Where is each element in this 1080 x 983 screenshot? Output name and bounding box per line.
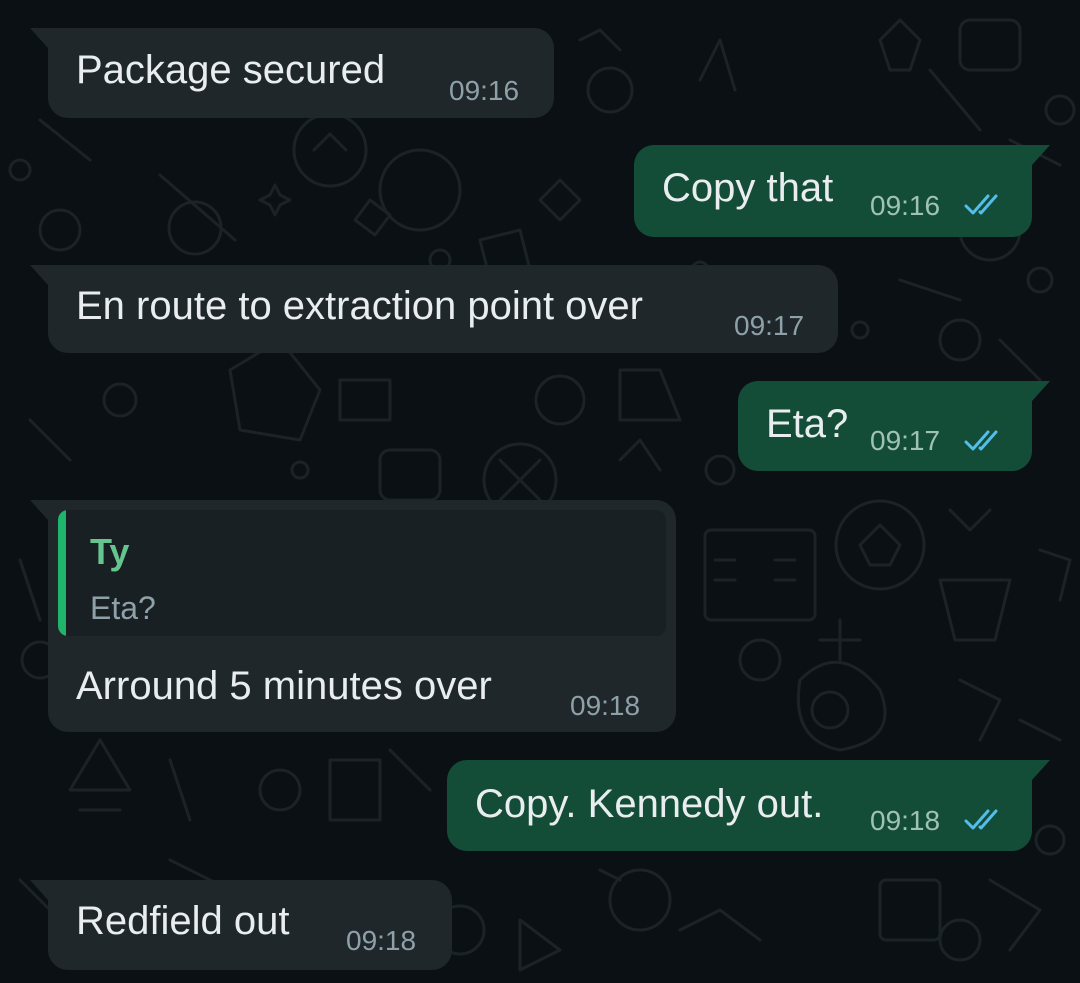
message-bubble-incoming[interactable]: Redfield out 09:18 [30, 880, 452, 970]
message-bubble-incoming-reply[interactable]: Ty Eta? Arround 5 minutes over 09:18 [30, 500, 676, 732]
message-text: En route to extraction point over [76, 284, 643, 328]
double-check-icon [964, 430, 998, 451]
quoted-text: Eta? [90, 590, 156, 626]
quoted-message[interactable]: Ty Eta? [58, 510, 666, 636]
message-bubble-outgoing[interactable]: Copy. Kennedy out. 09:18 [447, 760, 1050, 851]
message-timestamp: 09:18 [570, 690, 641, 721]
message-timestamp: 09:16 [870, 190, 941, 221]
message-text: Copy that [662, 166, 834, 210]
message-bubble-outgoing[interactable]: Copy that 09:16 [634, 145, 1050, 237]
quoted-author: Ty [90, 531, 130, 572]
message-timestamp: 09:18 [870, 805, 941, 836]
quote-accent-bar [58, 510, 66, 636]
message-timestamp: 09:17 [734, 310, 805, 341]
message-bubble-incoming[interactable]: Package secured 09:16 [30, 28, 554, 118]
message-text: Package secured [76, 48, 386, 92]
message-bubble-incoming[interactable]: En route to extraction point over 09:17 [30, 265, 838, 353]
double-check-icon [964, 809, 998, 830]
message-timestamp: 09:18 [346, 925, 417, 956]
message-text: Redfield out [76, 899, 290, 943]
message-bubble-outgoing[interactable]: Eta? 09:17 [738, 381, 1050, 471]
double-check-icon [964, 194, 998, 215]
message-text: Arround 5 minutes over [76, 664, 492, 708]
chat-thread: Package secured 09:16 Copy that 09:16 En… [0, 0, 1080, 983]
message-text: Copy. Kennedy out. [475, 782, 824, 826]
message-timestamp: 09:17 [870, 425, 941, 456]
message-timestamp: 09:16 [449, 75, 520, 106]
message-text: Eta? [766, 402, 849, 446]
